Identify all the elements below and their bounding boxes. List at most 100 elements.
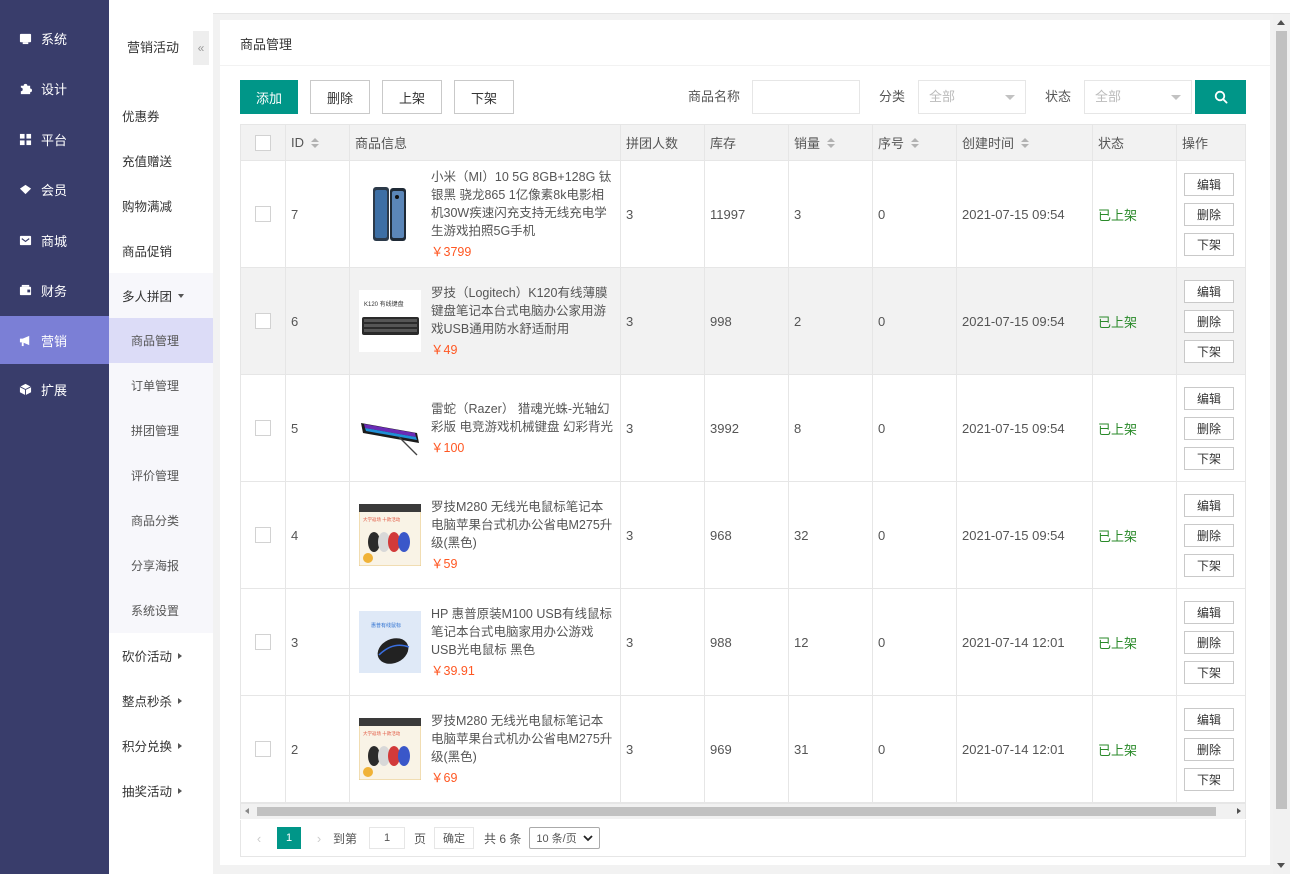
next-page-button[interactable]: ›	[311, 830, 327, 846]
edit-button[interactable]: 编辑	[1184, 279, 1234, 303]
delete-button[interactable]: 删除	[1184, 309, 1234, 333]
scrollbar-thumb[interactable]	[257, 807, 1216, 816]
sub-nav-item-label: 整点秒杀	[122, 695, 173, 709]
header-cell[interactable]: ID	[286, 125, 350, 160]
name-filter-input[interactable]	[752, 80, 860, 114]
list-off-button[interactable]: 下架	[1184, 446, 1234, 470]
delete-button[interactable]: 删除	[1184, 630, 1234, 654]
edit-button[interactable]: 编辑	[1184, 600, 1234, 624]
nav-item-0[interactable]: 系统	[0, 13, 109, 64]
edit-button[interactable]: 编辑	[1184, 493, 1234, 517]
add-button[interactable]: 添加	[240, 80, 298, 114]
sub-nav-item[interactable]: 充值赠送	[109, 138, 213, 183]
sub-nav-item[interactable]: 商品促销	[109, 228, 213, 273]
header-cell[interactable]: 序号	[873, 125, 957, 160]
table-cell: 3	[789, 161, 873, 267]
table-cell: 已上架	[1093, 696, 1177, 802]
list-off-button[interactable]: 下架	[454, 80, 514, 114]
nav-item-4[interactable]: 商城	[0, 215, 109, 266]
header-cell[interactable]: 销量	[789, 125, 873, 160]
sub-nav-group[interactable]: 多人拼团	[109, 273, 213, 318]
edit-button[interactable]: 编辑	[1184, 386, 1234, 410]
sub-nav-item[interactable]: 优惠券	[109, 93, 213, 138]
sort-icon[interactable]	[311, 137, 319, 148]
status-select[interactable]: 全部	[1084, 80, 1192, 114]
row-checkbox[interactable]	[255, 206, 271, 222]
category-select[interactable]: 全部	[918, 80, 1026, 114]
sub-nav-item[interactable]: 整点秒杀	[109, 678, 213, 723]
nav-item-7[interactable]: 扩展	[0, 364, 109, 415]
list-off-button[interactable]: 下架	[1184, 232, 1234, 256]
page-title: 商品管理	[220, 20, 1270, 66]
column-header: 商品信息	[355, 136, 408, 151]
vertical-scrollbar[interactable]	[1273, 14, 1290, 874]
scroll-left-icon[interactable]	[245, 808, 249, 814]
table-cell: 已上架	[1093, 589, 1177, 695]
search-button[interactable]	[1195, 80, 1246, 114]
table-cell: 2021-07-14 12:01	[957, 696, 1093, 802]
scroll-up-icon[interactable]	[1277, 20, 1285, 25]
header-cell[interactable]: 创建时间	[957, 125, 1093, 160]
top-bar	[213, 0, 1290, 14]
horizontal-scrollbar[interactable]	[240, 804, 1246, 819]
nav-item-3[interactable]: 会员	[0, 165, 109, 216]
page-size-select[interactable]: 10 条/页	[529, 827, 600, 849]
nav-item-1[interactable]: 设计	[0, 64, 109, 115]
sub-nav-item[interactable]: 购物满减	[109, 183, 213, 228]
row-checkbox[interactable]	[255, 420, 271, 436]
table-cell: 2021-07-15 09:54	[957, 268, 1093, 374]
goods-info: 大学返场 十款活动 罗技M280 无线光电鼠标笔记本电脑苹果台式机办公省电M275…	[355, 498, 620, 573]
delete-button[interactable]: 删除	[1184, 737, 1234, 761]
current-page[interactable]: 1	[277, 827, 301, 849]
delete-button[interactable]: 删除	[310, 80, 370, 114]
row-checkbox[interactable]	[255, 527, 271, 543]
sub-nav-item[interactable]: 砍价活动	[109, 633, 213, 678]
table-cell: 小米（MI）10 5G 8GB+128G 钛银黑 骁龙865 1亿像素8k电影相…	[350, 161, 621, 267]
goto-page-input[interactable]: 1	[369, 827, 406, 849]
row-checkbox[interactable]	[255, 634, 271, 650]
sub-nav-child[interactable]: 分享海报	[109, 543, 213, 588]
column-header: 序号	[878, 136, 905, 151]
sub-nav-child[interactable]: 拼团管理	[109, 408, 213, 453]
sub-nav-child[interactable]: 评价管理	[109, 453, 213, 498]
goto-confirm-button[interactable]: 确定	[434, 827, 475, 849]
list-off-button[interactable]: 下架	[1184, 553, 1234, 577]
list-off-button[interactable]: 下架	[1184, 660, 1234, 684]
nav-item-6[interactable]: 营销	[0, 316, 109, 364]
prev-page-button[interactable]: ‹	[251, 830, 267, 846]
sort-icon[interactable]	[911, 137, 920, 148]
list-off-button[interactable]: 下架	[1184, 339, 1234, 363]
nav-item-5[interactable]: 财务	[0, 266, 109, 317]
cell-sales: 31	[794, 741, 809, 757]
delete-button[interactable]: 删除	[1184, 202, 1234, 226]
edit-button[interactable]: 编辑	[1184, 172, 1234, 196]
select-all-checkbox[interactable]	[255, 134, 271, 151]
sub-nav-child[interactable]: 订单管理	[109, 363, 213, 408]
edit-button[interactable]: 编辑	[1184, 707, 1234, 731]
sort-icon[interactable]	[1021, 137, 1030, 148]
product-price: ￥59	[431, 556, 458, 571]
product-price: ￥3799	[431, 244, 472, 259]
delete-button[interactable]: 删除	[1184, 416, 1234, 440]
sub-nav-item[interactable]: 抽奖活动	[109, 768, 213, 813]
sort-icon[interactable]	[827, 137, 836, 148]
scroll-down-icon[interactable]	[1277, 863, 1285, 868]
category-select-value: 全部	[929, 89, 956, 104]
status-badge: 已上架	[1098, 635, 1138, 651]
sub-nav-child[interactable]: 商品分类	[109, 498, 213, 543]
sub-nav-child[interactable]: 系统设置	[109, 588, 213, 633]
delete-button[interactable]: 删除	[1184, 523, 1234, 547]
row-checkbox[interactable]	[255, 741, 271, 757]
list-off-button[interactable]: 下架	[1184, 767, 1234, 791]
row-checkbox[interactable]	[255, 313, 271, 329]
table-cell: 8	[789, 375, 873, 481]
sub-nav-child[interactable]: 商品管理	[109, 318, 213, 363]
table-cell: 4	[286, 482, 350, 588]
list-on-button[interactable]: 上架	[382, 80, 442, 114]
nav-item-label: 会员	[41, 183, 68, 199]
collapse-sidebar-button[interactable]: «	[193, 31, 209, 65]
scrollbar-thumb[interactable]	[1276, 31, 1287, 809]
sub-nav-item[interactable]: 积分兑换	[109, 723, 213, 768]
scroll-right-icon[interactable]	[1237, 808, 1241, 814]
nav-item-2[interactable]: 平台	[0, 114, 109, 165]
